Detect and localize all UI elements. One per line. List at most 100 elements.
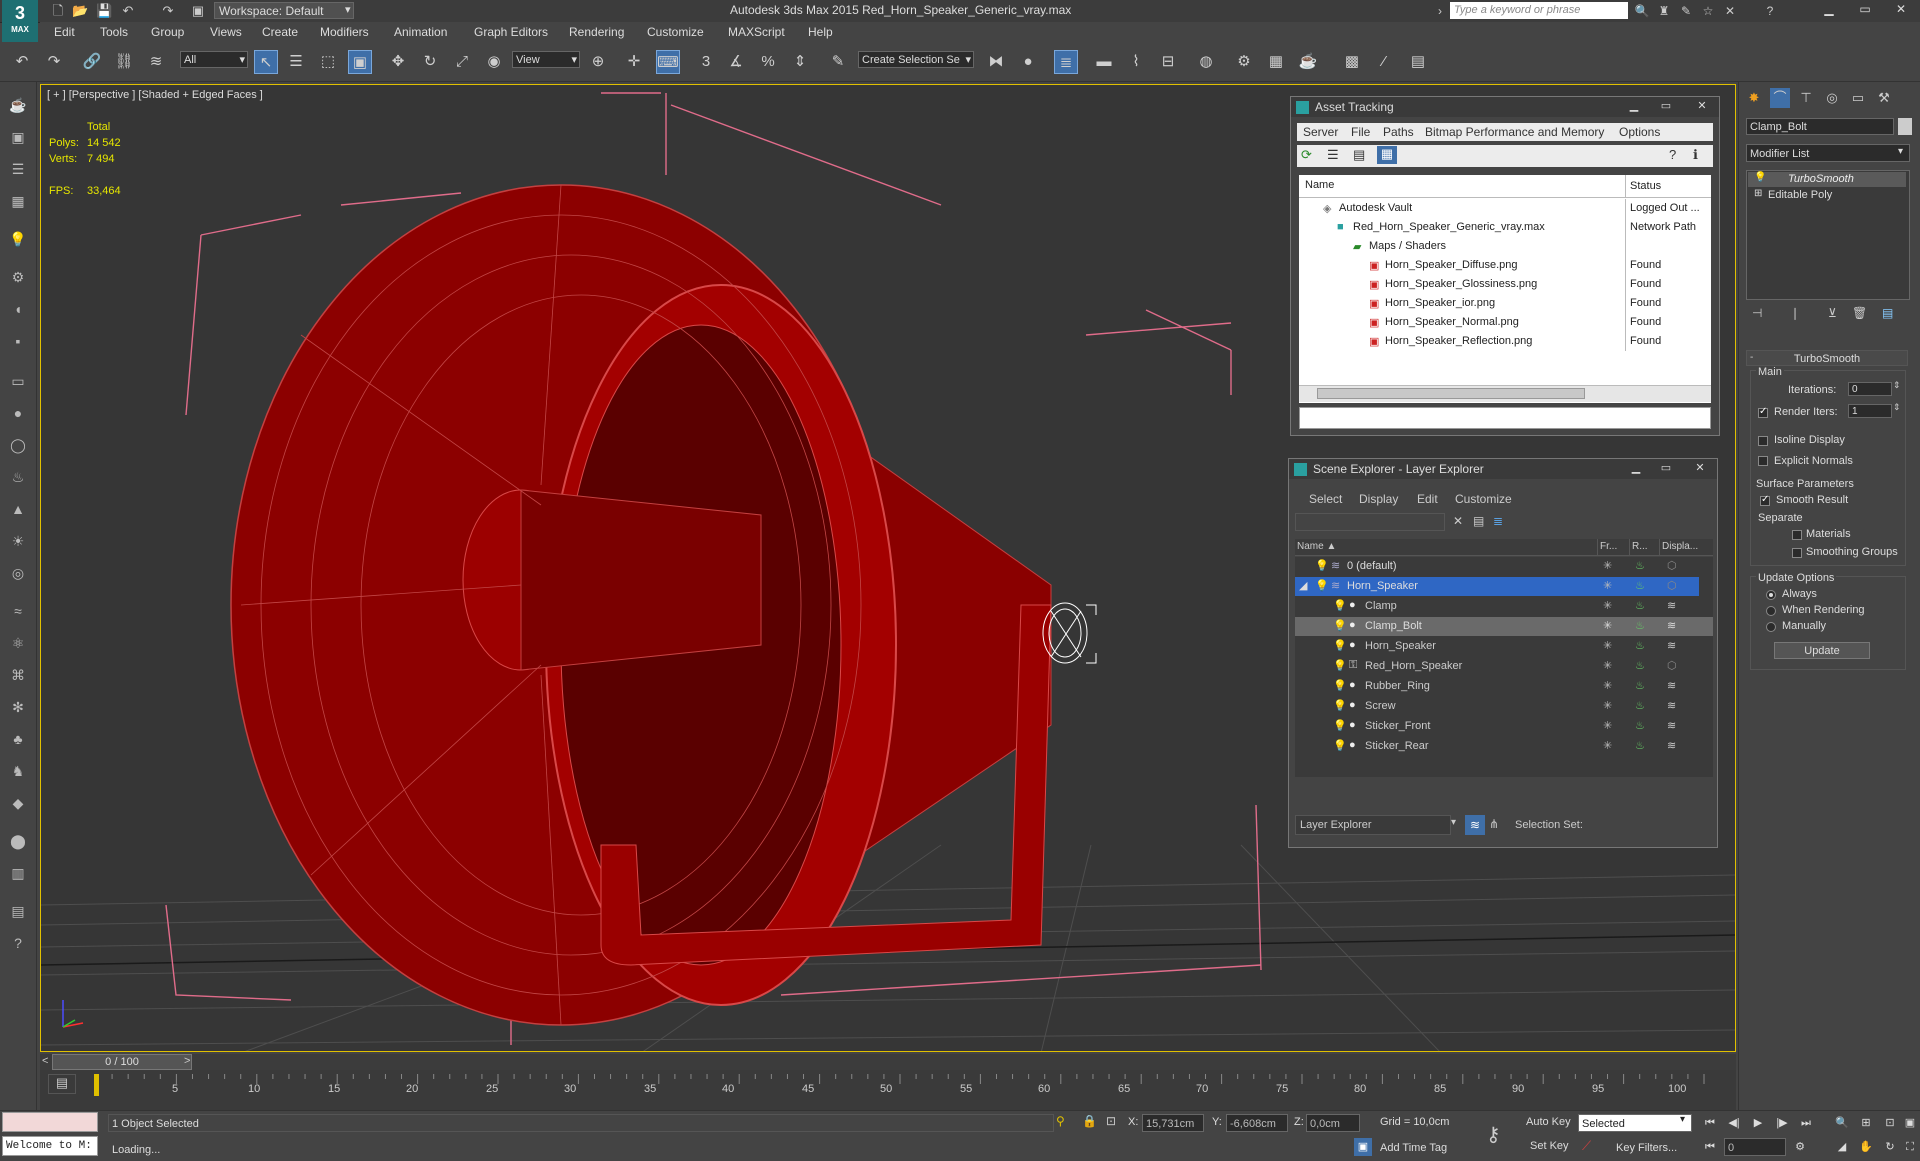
- layer-manager-icon[interactable]: ≣: [1054, 50, 1078, 74]
- scale-icon[interactable]: ⤢: [450, 50, 474, 74]
- time-tag-icon[interactable]: ▣: [1354, 1138, 1372, 1156]
- visibility-bulb-icon[interactable]: 💡: [1333, 639, 1347, 652]
- asset-menu-options[interactable]: Options: [1619, 125, 1660, 139]
- spinner-snap-icon[interactable]: ⇕: [788, 50, 812, 74]
- set-key-button[interactable]: Set Key: [1530, 1140, 1569, 1152]
- explorer-type-dropdown[interactable]: Layer Explorer: [1295, 815, 1451, 835]
- refresh-icon[interactable]: ⟳: [1301, 147, 1312, 163]
- add-layer-icon[interactable]: ▤: [1473, 514, 1484, 528]
- menu-group[interactable]: Group: [151, 25, 184, 39]
- asset-menu-bitmap[interactable]: Bitmap Performance and Memory: [1425, 125, 1604, 139]
- asset-scroll-thumb[interactable]: [1317, 388, 1585, 399]
- scene-col-freeze[interactable]: Fr...: [1597, 539, 1617, 555]
- viewport-label[interactable]: [ + ] [Perspective ] [Shaded + Edged Fac…: [47, 89, 263, 101]
- render-teapot-icon[interactable]: ♨: [1635, 559, 1645, 572]
- rollout-minus-icon[interactable]: -: [1750, 352, 1753, 363]
- freeze-icon[interactable]: ✳: [1603, 639, 1612, 652]
- scene-row-highlighted[interactable]: 💡 ● Clamp_Bolt ✳ ♨ ≋: [1295, 617, 1713, 636]
- teapot-primitive-icon[interactable]: ♨: [7, 466, 29, 488]
- display-icon[interactable]: ≋: [1667, 619, 1676, 632]
- time-next-icon[interactable]: >: [184, 1055, 190, 1067]
- asset-close-button[interactable]: ✕: [1689, 98, 1715, 115]
- freeze-icon[interactable]: ✳: [1603, 719, 1612, 732]
- sun-icon[interactable]: ☀: [7, 530, 29, 552]
- scene-list[interactable]: 💡 ≋ 0 (default) ✳ ♨ ⬡ ◢ 💡 ≋ Horn_Speaker…: [1295, 557, 1713, 777]
- modifier-list-dropdown[interactable]: Modifier List: [1746, 144, 1910, 162]
- expand-plus-icon[interactable]: ⊞: [1754, 188, 1762, 199]
- display-icon[interactable]: ≋: [1667, 739, 1676, 752]
- current-frame-marker[interactable]: [94, 1074, 99, 1096]
- asset-tracking-titlebar[interactable]: Asset Tracking ▁ ▭ ✕: [1291, 97, 1719, 117]
- render-teapot-icon[interactable]: ♨: [1635, 619, 1645, 632]
- network-icon[interactable]: ⌘: [7, 664, 29, 686]
- search-icon[interactable]: 🔍: [1634, 3, 1650, 19]
- manually-radio[interactable]: [1766, 622, 1776, 632]
- subscription-icon[interactable]: ♜: [1656, 3, 1672, 19]
- scene-search-field[interactable]: [1295, 513, 1445, 531]
- mini-curve-editor-icon[interactable]: ▤: [48, 1074, 76, 1094]
- freeze-icon[interactable]: ✳: [1603, 739, 1612, 752]
- geosphere-icon[interactable]: ◯: [7, 434, 29, 456]
- workspace-arrow-icon[interactable]: ▾: [345, 3, 351, 16]
- wave-icon[interactable]: ≈: [7, 600, 29, 622]
- iterations-spinner-arrows-icon[interactable]: ⇕: [1893, 380, 1901, 391]
- visibility-bulb-icon[interactable]: 💡: [1333, 699, 1347, 712]
- asset-hscrollbar[interactable]: [1299, 385, 1711, 402]
- asset-maximize-button[interactable]: ▭: [1653, 98, 1679, 115]
- visibility-bulb-icon[interactable]: 💡: [1333, 719, 1347, 732]
- menu-maxscript[interactable]: MAXScript: [728, 25, 785, 39]
- asset-info-icon[interactable]: ℹ: [1693, 147, 1698, 163]
- keyboard-shortcut-icon[interactable]: ⌨: [656, 50, 680, 74]
- key-tangent-icon[interactable]: ⟋: [1582, 1138, 1591, 1154]
- sphere-icon[interactable]: ●: [7, 402, 29, 424]
- visibility-bulb-icon[interactable]: 💡: [1315, 579, 1329, 592]
- tree-view-icon[interactable]: ▤: [1353, 147, 1365, 163]
- scene-maximize-button[interactable]: ▭: [1653, 460, 1679, 477]
- display-tab-icon[interactable]: ▭: [1848, 88, 1868, 108]
- named-selection-dropdown[interactable]: Create Selection Se: [858, 51, 974, 68]
- turbosmooth-rollout-header[interactable]: TurboSmooth: [1746, 350, 1908, 366]
- modifier-stack[interactable]: 💡 TurboSmooth ⊞ Editable Poly: [1746, 170, 1910, 300]
- favorites-icon[interactable]: ☆: [1700, 3, 1716, 19]
- modifier-bulb-icon[interactable]: 💡: [1754, 172, 1766, 183]
- plant-icon[interactable]: ♣: [7, 728, 29, 750]
- cone-icon[interactable]: ▲: [7, 498, 29, 520]
- bind-spacewarp-icon[interactable]: ≋: [144, 50, 168, 74]
- rendered-frame-icon[interactable]: ▦: [1264, 50, 1288, 74]
- go-to-end-icon[interactable]: ⏭: [1796, 1114, 1816, 1132]
- unlink-icon[interactable]: ⛓: [112, 50, 136, 74]
- sphere-white-icon[interactable]: ⬤: [7, 830, 29, 852]
- update-button[interactable]: Update: [1774, 642, 1870, 659]
- display-icon[interactable]: ⬡: [1667, 559, 1677, 572]
- asset-minimize-button[interactable]: ▁: [1621, 98, 1647, 115]
- fov-icon[interactable]: ◢: [1832, 1138, 1852, 1156]
- box-icon[interactable]: ▭: [7, 370, 29, 392]
- menu-modifiers[interactable]: Modifiers: [320, 25, 369, 39]
- scene-menu-display[interactable]: Display: [1359, 492, 1398, 506]
- redo-tool-icon[interactable]: ↷: [42, 50, 66, 74]
- render-teapot-icon[interactable]: ♨: [1635, 659, 1645, 672]
- vray-frame-buffer-icon[interactable]: ▤: [1406, 50, 1430, 74]
- save-file-icon[interactable]: 💾: [96, 3, 112, 19]
- scene-row[interactable]: 💡 ● Sticker_Front ✳ ♨ ≋: [1295, 717, 1713, 736]
- scene-row[interactable]: 💡 ● Screw ✳ ♨ ≋: [1295, 697, 1713, 716]
- menu-customize[interactable]: Customize: [647, 25, 704, 39]
- configure-sets-icon[interactable]: ▤: [1882, 306, 1893, 320]
- orbit-icon[interactable]: ↻: [1880, 1138, 1900, 1156]
- hierarchy-mode-icon[interactable]: ⋔: [1489, 817, 1499, 831]
- show-end-result-icon[interactable]: ❘: [1790, 306, 1800, 320]
- freeze-icon[interactable]: ✳: [1603, 679, 1612, 692]
- isolate-icon[interactable]: ⚲: [1056, 1114, 1065, 1128]
- asset-menu-paths[interactable]: Paths: [1383, 125, 1414, 139]
- freeze-icon[interactable]: ✳: [1603, 619, 1612, 632]
- play-icon[interactable]: ▶: [1748, 1114, 1768, 1132]
- rock-icon[interactable]: ◆: [7, 792, 29, 814]
- help-icon[interactable]: ?: [1762, 3, 1778, 19]
- minimize-button[interactable]: ▁: [1816, 0, 1842, 18]
- zoom-extents-icon[interactable]: ⊡: [1880, 1114, 1900, 1132]
- explicit-normals-checkbox[interactable]: [1758, 456, 1768, 466]
- display-icon[interactable]: ≋: [1667, 699, 1676, 712]
- asset-menu-file[interactable]: File: [1351, 125, 1370, 139]
- redo-icon[interactable]: ↷: [160, 3, 176, 19]
- pan-icon[interactable]: ✋: [1856, 1138, 1876, 1156]
